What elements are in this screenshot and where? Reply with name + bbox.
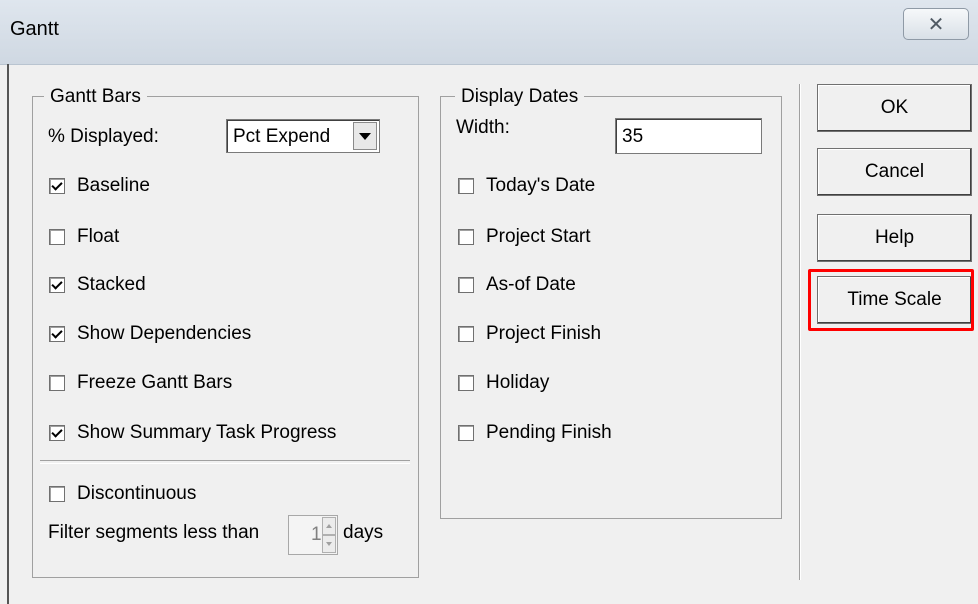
checkbox-box[interactable] xyxy=(49,425,65,441)
show-dependencies-checkbox[interactable]: Show Dependencies xyxy=(49,322,251,346)
checkbox-box[interactable] xyxy=(458,229,474,245)
chevron-up-icon xyxy=(326,524,332,528)
checkbox-label: Pending Finish xyxy=(486,422,612,443)
todays-date-checkbox[interactable]: Today's Date xyxy=(458,174,595,198)
pct-displayed-label: % Displayed: xyxy=(48,126,159,147)
checkbox-label: Float xyxy=(77,226,120,247)
checkbox-label: Stacked xyxy=(77,274,146,295)
checkbox-label: Holiday xyxy=(486,372,550,393)
checkbox-label: Show Summary Task Progress xyxy=(77,422,337,443)
checkbox-box[interactable] xyxy=(49,229,65,245)
checkbox-box[interactable] xyxy=(458,326,474,342)
as-of-date-checkbox[interactable]: As-of Date xyxy=(458,273,576,297)
width-input-value: 35 xyxy=(622,126,644,147)
close-button[interactable]: ✕ xyxy=(903,8,969,40)
spinner-value: 1 xyxy=(311,524,322,545)
filter-days-label: days xyxy=(343,522,384,543)
cancel-button[interactable]: Cancel xyxy=(817,148,972,196)
vertical-separator xyxy=(799,84,801,580)
checkbox-label: Discontinuous xyxy=(77,483,197,504)
close-x-icon: ✕ xyxy=(927,13,945,36)
spinner-buttons xyxy=(322,517,336,553)
spin-up-button[interactable] xyxy=(322,517,336,535)
gantt-bars-legend: Gantt Bars xyxy=(44,86,147,108)
checkbox-label: Freeze Gantt Bars xyxy=(77,372,233,393)
freeze-gantt-bars-checkbox[interactable]: Freeze Gantt Bars xyxy=(49,371,232,395)
separator xyxy=(40,460,410,464)
checkbox-box[interactable] xyxy=(458,178,474,194)
checkbox-label: Project Start xyxy=(486,226,591,247)
pct-displayed-select[interactable]: Pct Expend xyxy=(226,119,380,153)
checkbox-label: Today's Date xyxy=(486,175,596,196)
checkbox-label: Project Finish xyxy=(486,323,602,344)
filter-segments-spinner[interactable]: 1 xyxy=(288,515,338,555)
checkbox-label: Baseline xyxy=(77,175,150,196)
ok-button[interactable]: OK xyxy=(817,84,972,132)
checkbox-box[interactable] xyxy=(458,277,474,293)
holiday-checkbox[interactable]: Holiday xyxy=(458,371,549,395)
spin-down-button[interactable] xyxy=(322,535,336,553)
checkbox-box[interactable] xyxy=(49,375,65,391)
title-bar: Gantt ✕ xyxy=(0,0,978,65)
float-checkbox[interactable]: Float xyxy=(49,225,119,249)
project-start-checkbox[interactable]: Project Start xyxy=(458,225,591,249)
width-label: Width: xyxy=(456,117,510,138)
checkbox-box[interactable] xyxy=(49,277,65,293)
checkbox-label: Show Dependencies xyxy=(77,323,252,344)
chevron-down-icon xyxy=(326,542,332,546)
checkbox-box[interactable] xyxy=(458,425,474,441)
chevron-down-icon xyxy=(359,132,371,140)
pending-finish-checkbox[interactable]: Pending Finish xyxy=(458,421,612,445)
dropdown-arrow-button[interactable] xyxy=(353,122,377,150)
project-finish-checkbox[interactable]: Project Finish xyxy=(458,322,601,346)
stacked-checkbox[interactable]: Stacked xyxy=(49,273,146,297)
show-summary-task-progress-checkbox[interactable]: Show Summary Task Progress xyxy=(49,421,336,445)
pct-displayed-value: Pct Expend xyxy=(233,126,331,147)
baseline-checkbox[interactable]: Baseline xyxy=(49,174,150,198)
checkbox-label: As-of Date xyxy=(486,274,576,295)
help-button[interactable]: Help xyxy=(817,214,972,262)
checkbox-box[interactable] xyxy=(49,486,65,502)
checkbox-box[interactable] xyxy=(49,326,65,342)
window-frame-edge xyxy=(7,64,9,604)
display-dates-legend: Display Dates xyxy=(455,86,585,108)
checkbox-box[interactable] xyxy=(458,375,474,391)
filter-segments-label: Filter segments less than xyxy=(48,522,260,543)
width-input[interactable]: 35 xyxy=(615,118,762,154)
checkbox-box[interactable] xyxy=(49,178,65,194)
discontinuous-checkbox[interactable]: Discontinuous xyxy=(49,482,196,506)
window-title: Gantt xyxy=(10,18,59,40)
highlight-box xyxy=(808,269,974,331)
display-dates-group xyxy=(440,96,782,519)
